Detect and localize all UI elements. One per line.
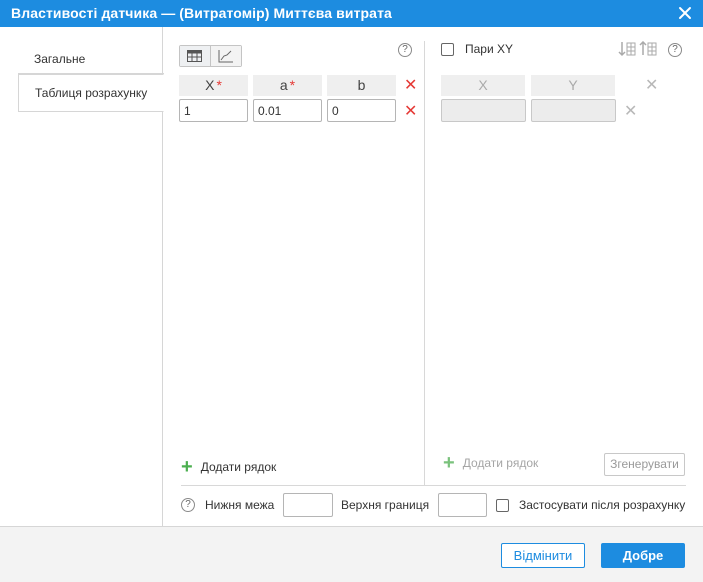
graph-icon (218, 49, 234, 62)
delete-all-rows-icon[interactable]: ✕ (404, 75, 417, 95)
pairs-xy-label: Пари XY (465, 42, 514, 56)
dialog-footer: Відмінити Добре (0, 526, 703, 582)
delete-row-icon[interactable]: ✕ (404, 101, 417, 121)
required-marker: * (289, 77, 296, 93)
plus-icon: + (181, 456, 193, 478)
xy-y-input[interactable] (531, 99, 616, 122)
delete-row-icon[interactable]: ✕ (624, 101, 637, 121)
sidebar-item-label: Загальне (34, 52, 86, 66)
ok-button[interactable]: Добре (601, 543, 685, 568)
upper-limit-input[interactable] (438, 493, 487, 517)
sidebar-item-label: Таблиця розрахунку (35, 86, 148, 100)
column-header-label: b (357, 77, 366, 93)
delete-all-rows-icon[interactable]: ✕ (645, 75, 658, 95)
plus-icon: + (443, 452, 455, 474)
add-row-label: Додати рядок (200, 460, 277, 474)
help-icon[interactable]: ? (398, 43, 412, 57)
column-header-b: b (327, 75, 396, 96)
sidebar-item-calc-table[interactable]: Таблиця розрахунку (18, 74, 164, 112)
generate-button[interactable]: Згенерувати (604, 453, 685, 476)
sidebar: Загальне Таблиця розрахунку (0, 27, 164, 526)
column-header-x: X (441, 75, 525, 96)
required-marker: * (216, 77, 222, 93)
column-header-label: X (478, 77, 488, 93)
sort-descending-icon[interactable] (639, 41, 657, 57)
cell-b-input[interactable] (327, 99, 396, 122)
close-icon[interactable] (677, 5, 693, 21)
apply-after-calc-checkbox[interactable] (496, 499, 509, 512)
column-header-a: a * (253, 75, 322, 96)
table-icon (187, 50, 203, 62)
cancel-button[interactable]: Відмінити (501, 543, 585, 568)
add-row-label: Додати рядок (462, 456, 539, 470)
title-bar: Властивості датчика — (Витратомір) Миттє… (0, 0, 703, 27)
xy-x-input[interactable] (441, 99, 526, 122)
window-title: Властивості датчика — (Витратомір) Миттє… (11, 5, 392, 21)
add-row-button[interactable]: + Додати рядок (181, 456, 277, 478)
add-xy-row-button[interactable]: + Додати рядок (443, 452, 539, 474)
vertical-divider (424, 41, 425, 485)
help-icon[interactable]: ? (181, 498, 195, 512)
column-header-label: Y (568, 77, 578, 93)
cell-x-input[interactable] (179, 99, 248, 122)
lower-limit-input[interactable] (283, 493, 333, 517)
upper-limit-label: Верхня границя (341, 498, 430, 512)
horizontal-divider (181, 485, 686, 486)
view-toggle (179, 45, 242, 67)
graph-view-button[interactable] (210, 46, 241, 66)
pairs-xy-checkbox[interactable] (441, 43, 454, 56)
main-panel: ? X* a* b ✕ ✕ + Додати рядок Пари XY ? X… (163, 27, 703, 526)
help-icon[interactable]: ? (668, 43, 682, 57)
column-header-label: X (205, 77, 215, 93)
sidebar-item-general[interactable]: Загальне (18, 40, 164, 77)
apply-after-calc-label: Застосувати після розрахунку (519, 498, 686, 512)
column-header-label: a (279, 77, 288, 93)
sort-ascending-icon[interactable] (618, 41, 636, 57)
column-header-y: Y (531, 75, 615, 96)
column-header-x: X * (179, 75, 248, 96)
lower-limit-label: Нижня межа (205, 498, 275, 512)
cell-a-input[interactable] (253, 99, 322, 122)
table-view-button[interactable] (180, 46, 211, 66)
